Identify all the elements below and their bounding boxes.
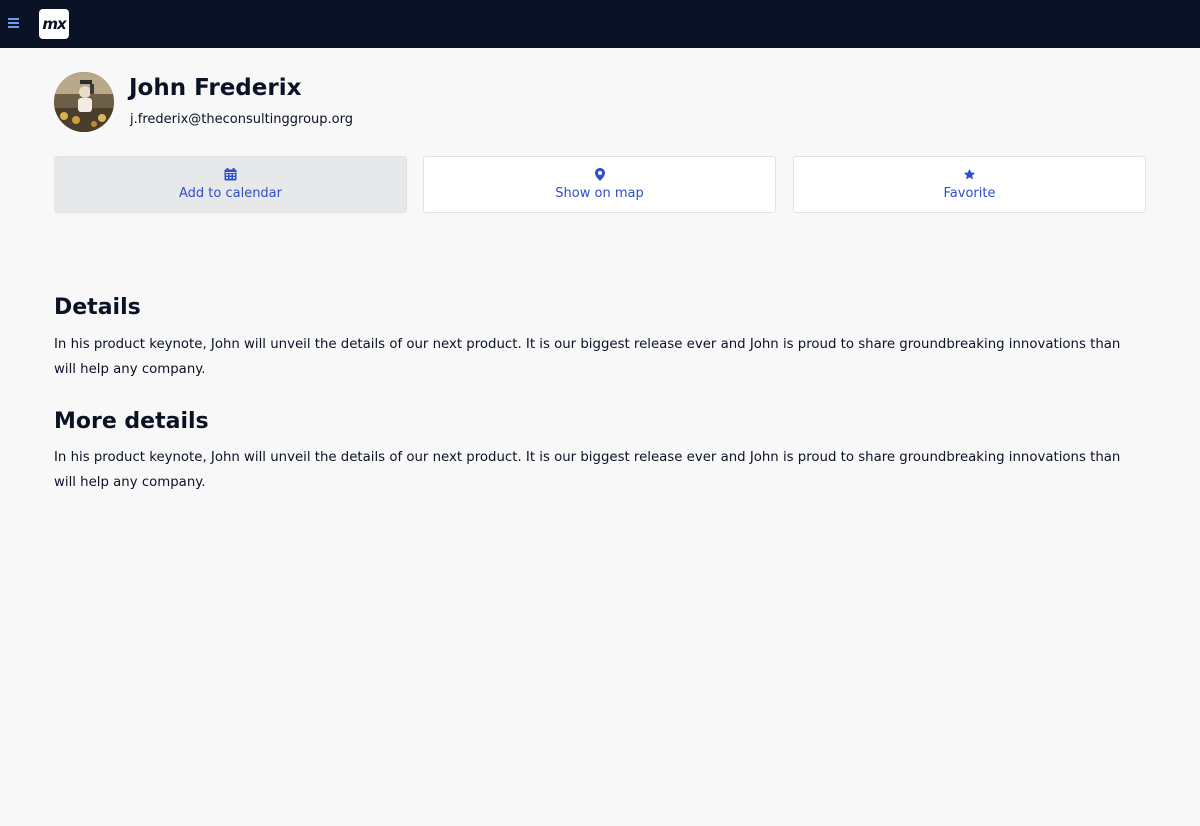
hamburger-icon[interactable] (8, 16, 22, 32)
add-to-calendar-button[interactable]: Add to calendar (54, 156, 407, 213)
details-text: In his product keynote, John will unveil… (54, 337, 1121, 377)
map-pin-icon (593, 168, 607, 182)
profile-name: John Frederix (129, 75, 302, 101)
more-details-heading: More details (54, 409, 209, 434)
show-on-map-label: Show on map (555, 185, 644, 201)
avatar (54, 72, 114, 132)
profile-email: j.frederix@theconsultinggroup.org (130, 112, 353, 127)
favorite-label: Favorite (943, 185, 996, 201)
app-logo[interactable]: mx (39, 9, 69, 39)
favorite-button[interactable]: Favorite (793, 156, 1146, 213)
calendar-icon (224, 168, 238, 182)
show-on-map-button[interactable]: Show on map (423, 156, 776, 213)
add-to-calendar-label: Add to calendar (178, 185, 282, 201)
star-icon (963, 168, 977, 182)
top-navbar: mx (0, 0, 1200, 48)
more-details-text: In his product keynote, John will unveil… (54, 450, 1121, 490)
details-heading: Details (54, 295, 141, 320)
logo-text: mx (42, 15, 66, 33)
